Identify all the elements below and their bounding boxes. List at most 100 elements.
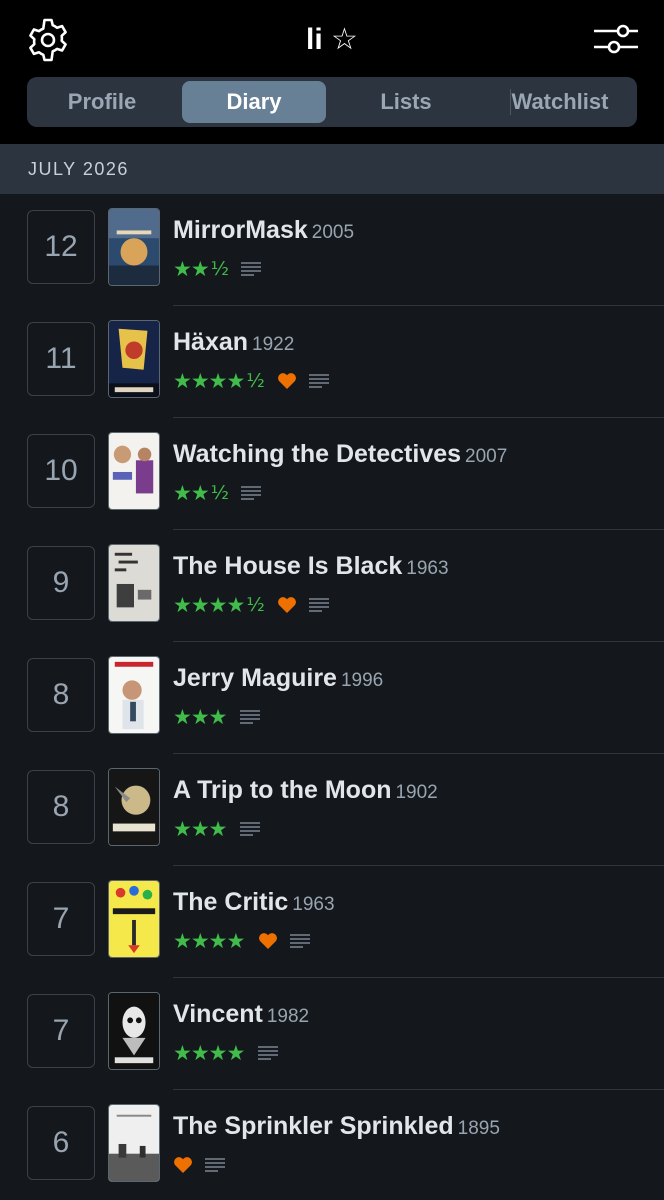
half-star: ½ — [246, 594, 265, 616]
entry-meta: ★★ ½ — [173, 480, 262, 506]
film-poster[interactable] — [108, 992, 160, 1070]
heart-icon[interactable] — [258, 932, 278, 950]
film-year: 2005 — [311, 222, 355, 243]
half-star: ½ — [210, 258, 230, 280]
film-title-text: Vincent — [173, 1000, 263, 1028]
star-rating: ★★★ — [173, 705, 227, 729]
entry-meta: ★★★★ — [173, 1040, 279, 1066]
film-title-text: The House Is Black — [173, 552, 403, 580]
film-title[interactable]: The Sprinkler Sprinkled 1895 — [173, 1112, 500, 1141]
heart-icon[interactable] — [277, 372, 297, 390]
star-icon: ☆ — [331, 23, 358, 56]
entry-meta: ★★★★ ½ — [173, 368, 329, 394]
day-box: 11 — [27, 322, 95, 396]
review-icon[interactable] — [258, 1045, 279, 1061]
film-title-text: Watching the Detectives — [173, 440, 462, 468]
review-icon[interactable] — [205, 1157, 225, 1173]
star-rating: ★★ — [173, 257, 210, 281]
top-bar: li ☆ Profile Diary Lists Watchlist — [0, 0, 664, 144]
review-icon[interactable] — [308, 597, 329, 613]
day-box: 9 — [27, 546, 95, 620]
diary-entry[interactable]: 12 MirrorMask 2005 ★★ ½ — [0, 194, 664, 306]
entry-meta: ★★★★ — [173, 928, 311, 954]
diary-entry[interactable]: 11 Häxan 1922 ★★★★ ½ — [0, 306, 664, 418]
film-title[interactable]: The Critic 1963 — [173, 888, 335, 917]
film-title[interactable]: Häxan 1922 — [173, 328, 294, 357]
entry-meta — [173, 1152, 225, 1178]
diary-entry[interactable]: 6 The Sprinkler Sprinkled 1895 — [0, 1090, 664, 1200]
film-year: 2007 — [465, 446, 508, 467]
day-box: 8 — [27, 658, 95, 732]
diary-entry[interactable]: 7 Vincent 1982 ★★★★ — [0, 978, 664, 1090]
film-title[interactable]: A Trip to the Moon 1902 — [173, 776, 438, 805]
username: li — [306, 23, 323, 56]
month-header: JULY 2026 — [0, 144, 664, 194]
film-year: 1963 — [292, 894, 335, 915]
film-title-text: The Critic — [173, 888, 289, 916]
star-rating: ★★★★ — [173, 593, 245, 617]
day-box: 12 — [27, 210, 95, 284]
day-box: 7 — [27, 994, 95, 1068]
film-title[interactable]: Jerry Maguire 1996 — [173, 664, 383, 693]
review-icon[interactable] — [241, 261, 262, 277]
review-icon[interactable] — [290, 933, 311, 949]
tab-lists[interactable]: Lists — [339, 81, 473, 123]
entry-meta: ★★★ — [173, 704, 261, 730]
sliders-icon[interactable] — [592, 20, 640, 60]
star-rating: ★★★ — [173, 817, 227, 841]
entry-meta: ★★★★ ½ — [173, 592, 329, 618]
film-poster[interactable] — [108, 544, 160, 622]
half-star: ½ — [210, 482, 230, 504]
film-title-text: Häxan — [173, 328, 249, 356]
diary-entry[interactable]: 10 Watching the Detectives 2007 ★★ ½ — [0, 418, 664, 530]
film-title-text: Jerry Maguire — [173, 664, 337, 692]
heart-icon[interactable] — [277, 596, 297, 614]
film-poster[interactable] — [108, 656, 160, 734]
diary-entry[interactable]: 7 The Critic 1963 ★★★★ — [0, 866, 664, 978]
film-year: 1922 — [252, 334, 295, 355]
day-box: 10 — [27, 434, 95, 508]
review-icon[interactable] — [240, 709, 261, 725]
day-box: 7 — [27, 882, 95, 956]
tab-bar: Profile Diary Lists Watchlist — [27, 77, 637, 127]
film-title-text: A Trip to the Moon — [173, 776, 392, 804]
entry-meta: ★★ ½ — [173, 256, 262, 282]
day-box: 6 — [27, 1106, 95, 1180]
heart-icon[interactable] — [173, 1156, 193, 1174]
tab-profile[interactable]: Profile — [35, 81, 169, 123]
tab-watchlist[interactable]: Watchlist — [497, 81, 623, 123]
film-title-text: The Sprinkler Sprinkled — [173, 1112, 454, 1140]
film-year: 1963 — [406, 558, 449, 579]
film-title-text: MirrorMask — [173, 216, 308, 244]
review-icon[interactable] — [308, 373, 329, 389]
film-poster[interactable] — [108, 768, 160, 846]
page-title[interactable]: li ☆ — [0, 20, 664, 60]
film-year: 1895 — [457, 1118, 500, 1139]
film-poster[interactable] — [108, 1104, 160, 1182]
review-icon[interactable] — [241, 485, 262, 501]
film-year: 1982 — [266, 1006, 310, 1027]
diary-entry[interactable]: 8 Jerry Maguire 1996 ★★★ — [0, 642, 664, 754]
film-poster[interactable] — [108, 432, 160, 510]
star-rating: ★★★★ — [173, 369, 245, 393]
entry-meta: ★★★ — [173, 816, 261, 842]
film-title[interactable]: Vincent 1982 — [173, 1000, 309, 1029]
review-icon[interactable] — [240, 821, 261, 837]
star-rating: ★★★★ — [173, 1041, 245, 1065]
diary-entry[interactable]: 8 A Trip to the Moon 1902 ★★★ — [0, 754, 664, 866]
tab-diary[interactable]: Diary — [182, 81, 326, 123]
film-title[interactable]: Watching the Detectives 2007 — [173, 440, 507, 469]
film-year: 1996 — [340, 670, 384, 691]
star-rating: ★★★★ — [173, 929, 245, 953]
film-title[interactable]: The House Is Black 1963 — [173, 552, 449, 581]
film-year: 1902 — [395, 782, 438, 803]
film-title[interactable]: MirrorMask 2005 — [173, 216, 354, 245]
month-label: JULY 2026 — [28, 159, 129, 179]
half-star: ½ — [246, 370, 265, 392]
film-poster[interactable] — [108, 880, 160, 958]
film-poster[interactable] — [108, 208, 160, 286]
day-box: 8 — [27, 770, 95, 844]
star-rating: ★★ — [173, 481, 210, 505]
film-poster[interactable] — [108, 320, 160, 398]
diary-entry[interactable]: 9 The House Is Black 1963 ★★★★ ½ — [0, 530, 664, 642]
